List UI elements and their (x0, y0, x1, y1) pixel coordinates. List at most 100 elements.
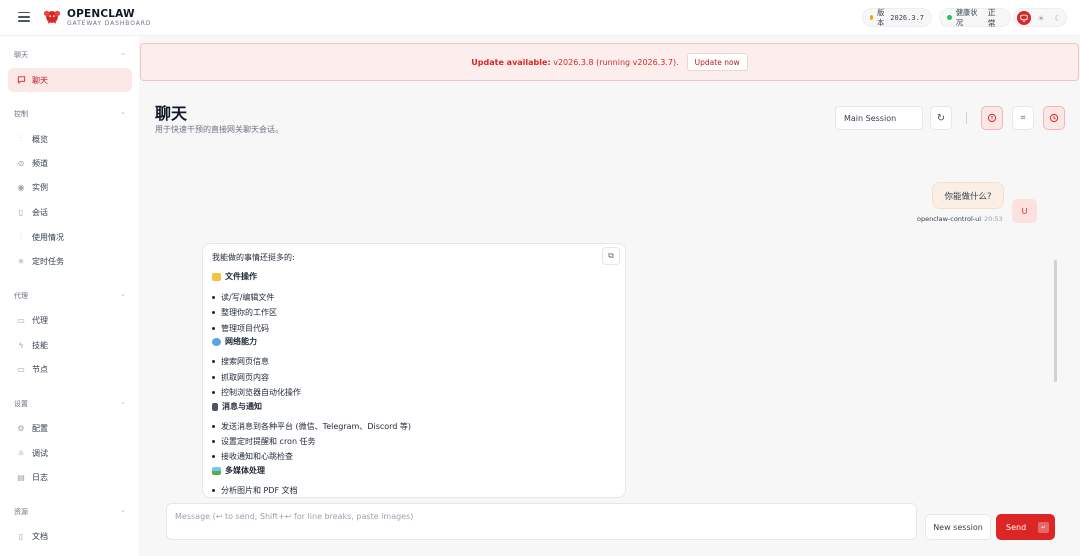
sidebar-item-sessions[interactable]: ▯ 会话 (8, 200, 132, 224)
copy-icon[interactable]: ⧉ (602, 247, 620, 265)
list-item: 整理你的工作区 (212, 307, 277, 318)
sidebar-item-label: 文档 (32, 531, 48, 541)
theme-toggle-group: ☀ ☾ (1013, 8, 1067, 27)
chevron-icon[interactable]: ⌄ (120, 398, 126, 406)
bug-icon: ☼ (17, 448, 25, 458)
sidebar-item-instances[interactable]: ◉ 实例 (8, 175, 132, 199)
focus-icon[interactable]: ⌗ (1012, 106, 1034, 130)
chevron-icon[interactable]: ⌄ (120, 290, 126, 298)
toolbar-divider (966, 112, 967, 124)
sidebar-item-cron[interactable]: ✳ 定时任务 (8, 249, 132, 273)
refresh-icon[interactable]: ↻ (930, 106, 952, 130)
monitor-theme-icon[interactable] (1017, 11, 1031, 25)
chevron-icon[interactable]: ⌄ (120, 506, 126, 514)
file-text-icon: ▤ (17, 472, 25, 482)
picture-emoji-icon (212, 466, 221, 475)
sidebar-item-usage[interactable]: ⫶ 使用情况 (8, 225, 132, 249)
user-message-bubble: 你能做什么? (932, 182, 1004, 209)
enter-key-icon: ↵ (1038, 521, 1050, 533)
section-title: 多媒体处理 (225, 466, 265, 475)
brain-toggle-icon[interactable] (981, 106, 1003, 130)
chevron-icon[interactable]: ⌄ (120, 49, 126, 57)
phone-emoji-icon (212, 402, 218, 411)
sidebar-item-agents[interactable]: ▭ 代理 (8, 308, 132, 332)
brand-name: OPENCLAW (67, 8, 135, 20)
list-item: 读/写/编辑文件 (212, 292, 274, 303)
bar-chart-icon: ⫶ (20, 232, 22, 241)
list-item: 接收通知和心跳检查 (212, 451, 293, 462)
list-item: 设置定时提醒和 cron 任务 (212, 436, 316, 447)
sidebar-item-logs[interactable]: ▤ 日志 (8, 465, 132, 489)
health-pill: 健康状况 正常 (939, 8, 1011, 28)
send-label: Send (1006, 522, 1027, 532)
message-time: 20:53 (984, 215, 1003, 223)
session-select[interactable]: Main Session (835, 106, 923, 130)
list-item: 管理项目代码 (212, 323, 269, 334)
page-subtitle: 用于快速干预的直接网关聊天会话。 (155, 125, 283, 134)
new-session-button[interactable]: New session (925, 514, 991, 540)
version-value: 2026.3.7 (890, 13, 924, 22)
group-label-chat: 聊天 (14, 51, 28, 59)
folder-emoji-icon (212, 272, 221, 281)
banner-text: v2026.3.8 (running v2026.3.7). (553, 57, 679, 67)
section-title: 消息与通知 (222, 402, 262, 411)
sidebar-item-label: 概览 (32, 134, 48, 144)
user-message-meta: openclaw-control-ui 20:53 (917, 215, 1003, 223)
chat-icon (16, 75, 26, 86)
sidebar-item-config[interactable]: ⚙ 配置 (8, 416, 132, 440)
sidebar-item-label: 技能 (32, 340, 48, 350)
zap-icon: ϟ (18, 340, 24, 350)
sidebar-item-nodes[interactable]: ▭ 节点 (8, 357, 132, 381)
clock-icon[interactable] (1043, 106, 1065, 130)
radio-icon: ◉ (17, 182, 25, 192)
sun-icon[interactable]: ☀ (1034, 11, 1048, 25)
section-heading: 文件操作 (212, 271, 257, 282)
group-label-control: 控制 (14, 110, 28, 118)
version-pill: 版本 2026.3.7 (862, 8, 932, 27)
sidebar-item-docs[interactable]: ▯ 文档 (8, 524, 132, 548)
sidebar-item-label: 调试 (32, 448, 48, 458)
list-item: 搜索网页信息 (212, 356, 269, 367)
list-item: 控制浏览器自动化操作 (212, 387, 301, 398)
chat-scrollbar[interactable] (1054, 260, 1057, 382)
health-status-dot (947, 15, 952, 20)
update-banner: Update available: v2026.3.8 (running v20… (140, 43, 1079, 81)
sidebar-item-label: 频道 (32, 158, 48, 168)
group-label-resources: 资源 (14, 508, 28, 516)
gear-icon: ⚙ (17, 423, 25, 433)
assistant-message-card: ⧉ 我能做的事情还挺多的: 文件操作 读/写/编辑文件 整理你的工作区 管理项目… (202, 243, 626, 498)
message-sender: openclaw-control-ui (917, 215, 982, 223)
menu-icon[interactable] (18, 12, 30, 22)
monitor-icon: ▭ (17, 364, 25, 374)
moon-icon[interactable]: ☾ (1051, 11, 1065, 25)
list-item: 发送消息到各种平台 (微信、Telegram、Discord 等) (212, 421, 411, 432)
top-bar: OPENCLAW GATEWAY DASHBOARD 版本 2026.3.7 健… (0, 0, 1080, 36)
section-title: 文件操作 (225, 272, 257, 281)
link-icon: ⊘ (17, 158, 25, 168)
section-heading: 消息与通知 (212, 401, 262, 412)
sidebar-item-channels[interactable]: ⊘ 频道 (8, 151, 132, 175)
lobster-logo-icon (43, 10, 61, 24)
sidebar-item-overview[interactable]: ⫶ 概览 (8, 127, 132, 151)
message-input[interactable]: Message (↩ to send, Shift+↩ for line bre… (166, 503, 917, 540)
banner-title: Update available: (471, 57, 551, 67)
page-title: 聊天 (155, 104, 188, 123)
sidebar-item-debug[interactable]: ☼ 调试 (8, 441, 132, 465)
brand-subtitle: GATEWAY DASHBOARD (67, 20, 152, 27)
section-heading: 网络能力 (212, 336, 257, 347)
list-item: 抓取网页内容 (212, 372, 269, 383)
sidebar-item-chat[interactable]: 聊天 (8, 68, 132, 92)
list-item: 分析图片和 PDF 文档 (212, 485, 298, 496)
bar-chart-icon: ⫶ (20, 134, 22, 143)
chevron-icon[interactable]: ⌄ (120, 108, 126, 116)
book-icon: ▯ (18, 531, 24, 541)
sidebar-item-label: 使用情况 (32, 232, 64, 242)
group-label-agents: 代理 (14, 292, 28, 300)
update-now-button[interactable]: Update now (686, 53, 748, 71)
section-heading: 多媒体处理 (212, 465, 265, 476)
folder-icon: ▭ (17, 315, 25, 325)
sidebar-item-label: 会话 (32, 207, 48, 217)
main-content: Update available: v2026.3.8 (running v20… (139, 36, 1080, 556)
sidebar-item-skills[interactable]: ϟ 技能 (8, 333, 132, 357)
send-button[interactable]: Send ↵ (996, 514, 1055, 540)
